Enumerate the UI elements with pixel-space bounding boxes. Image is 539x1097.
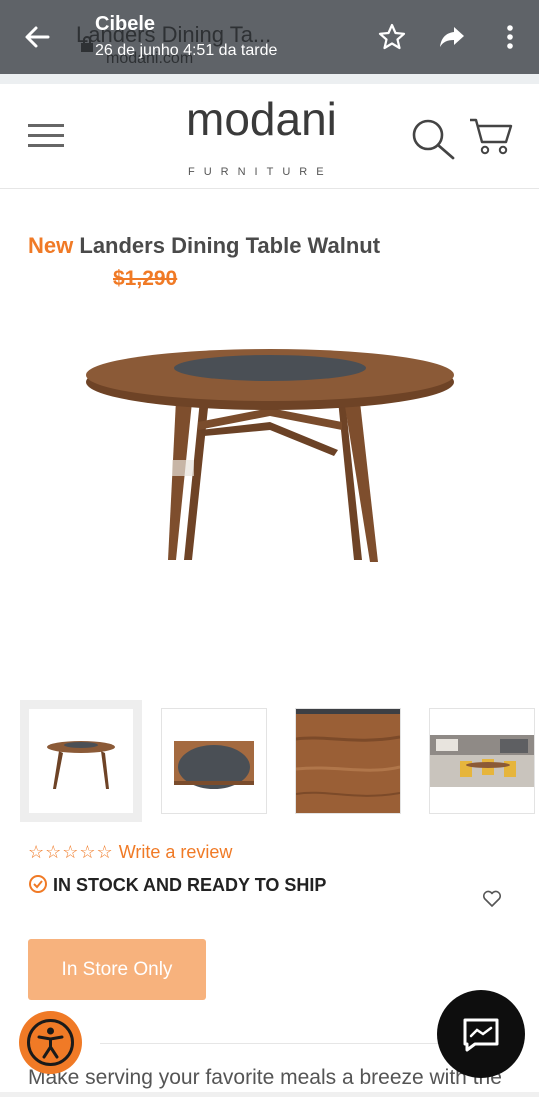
stock-label: IN STOCK AND READY TO SHIP (53, 875, 327, 895)
cart-icon[interactable] (468, 116, 514, 158)
back-arrow-icon[interactable] (22, 22, 52, 52)
lock-icon (81, 36, 93, 52)
timestamp: 26 de junho 4:51 da tarde (95, 42, 278, 59)
accessibility-button[interactable] (19, 1011, 82, 1074)
hamburger-menu-icon[interactable] (28, 123, 64, 149)
product-description: Make serving your favorite meals a breez… (28, 1066, 502, 1089)
heart-icon[interactable] (482, 890, 502, 908)
logo-subtitle: FURNITURE (188, 166, 333, 178)
product-image[interactable] (80, 330, 460, 580)
product-title: New Landers Dining Table Walnut (28, 233, 380, 259)
thumbnail-3[interactable] (295, 708, 401, 814)
chat-icon (463, 1018, 499, 1052)
new-badge: New (28, 233, 74, 258)
write-review-link[interactable]: Write a review (119, 842, 233, 862)
chat-button[interactable] (437, 990, 525, 1078)
rating-stars: ☆☆☆☆☆ (28, 842, 114, 862)
sender-name: Cibele (95, 13, 156, 35)
accessibility-icon (27, 1019, 74, 1066)
search-icon[interactable] (410, 118, 456, 160)
notification-bar: Landers Dining Ta... modani.com Cibele 2… (0, 0, 539, 74)
thumbnail-table-image (47, 741, 115, 789)
check-circle-icon (29, 875, 47, 893)
site-header: modani FURNITURE (0, 84, 539, 189)
star-icon[interactable] (377, 22, 407, 52)
thumbnail-4[interactable] (429, 708, 535, 814)
browser-strip (0, 74, 539, 84)
thumbnail-1[interactable] (20, 700, 142, 822)
logo-wordmark[interactable]: modani (186, 92, 337, 146)
more-vert-icon[interactable] (495, 22, 525, 52)
stock-status: IN STOCK AND READY TO SHIP (28, 874, 326, 896)
product-name: Landers Dining Table Walnut (79, 233, 381, 258)
thumbnail-room-image (430, 735, 534, 787)
thumbnail-wood-image (296, 709, 400, 813)
bottom-edge (0, 1092, 539, 1097)
in-store-only-button[interactable]: In Store Only (28, 939, 206, 1000)
thumbnail-strip (20, 700, 539, 822)
share-icon[interactable] (437, 22, 467, 52)
old-price: $1,290 (113, 267, 178, 290)
thumbnail-top-image (174, 741, 254, 789)
rating-row: ☆☆☆☆☆ Write a review (28, 842, 232, 863)
thumbnail-2[interactable] (161, 708, 267, 814)
